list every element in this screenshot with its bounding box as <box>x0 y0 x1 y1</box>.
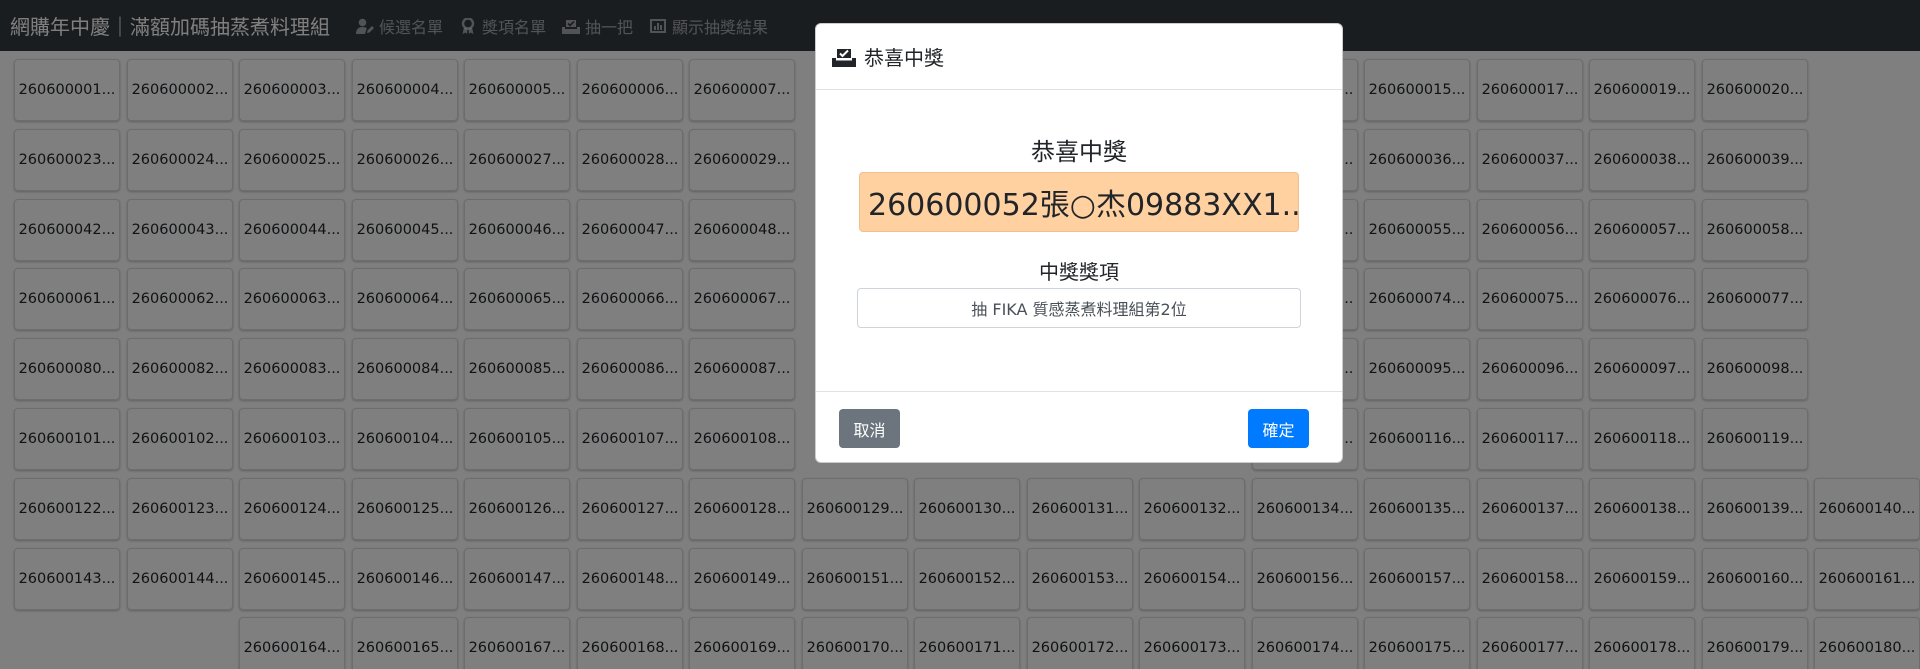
confirm-button[interactable]: 確定 <box>1248 409 1309 448</box>
modal-footer: 取消 確定 <box>816 391 1342 463</box>
congrats-heading: 恭喜中獎 <box>1031 138 1127 166</box>
vote-box-icon <box>832 47 856 67</box>
modal-header: 恭喜中獎 <box>816 24 1342 90</box>
winner-display: 260600052張○杰09883XX1... <box>859 172 1299 232</box>
cancel-button[interactable]: 取消 <box>839 409 900 448</box>
prize-heading: 中獎獎項 <box>1039 260 1119 284</box>
modal-title: 恭喜中獎 <box>864 46 944 70</box>
winner-modal: 恭喜中獎 恭喜中獎 260600052張○杰09883XX1... 中獎獎項 抽… <box>815 23 1343 463</box>
modal-body: 恭喜中獎 260600052張○杰09883XX1... 中獎獎項 抽 FIKA… <box>816 90 1342 391</box>
prize-field[interactable]: 抽 FIKA 質感蒸煮料理組第2位 <box>857 288 1301 328</box>
